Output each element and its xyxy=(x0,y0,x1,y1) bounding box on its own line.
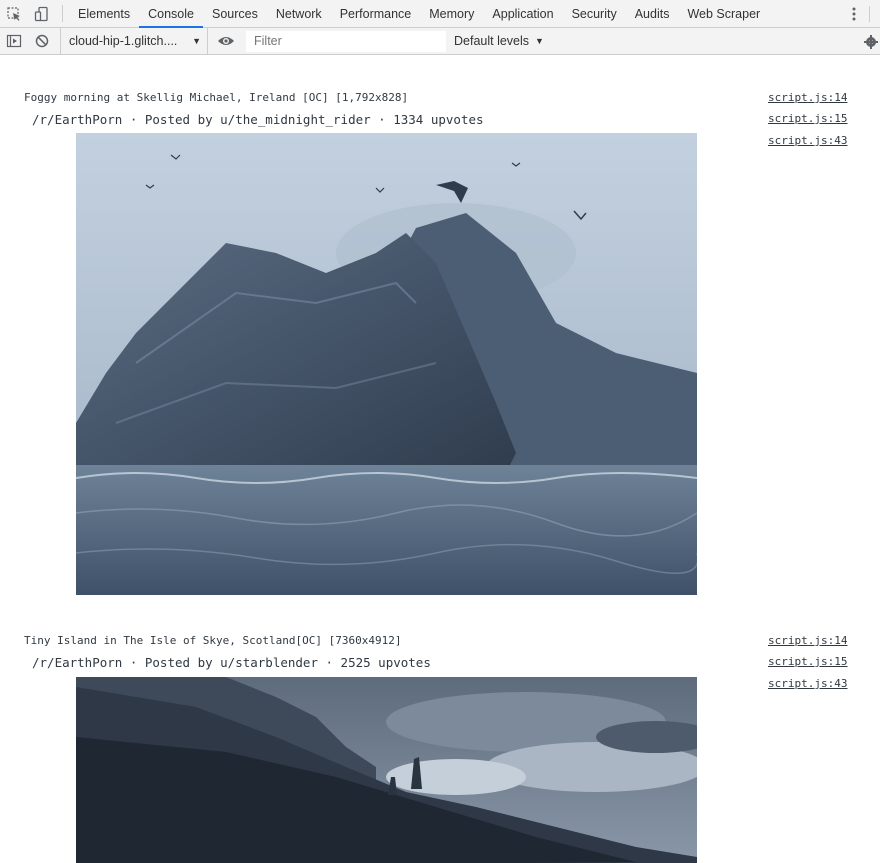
tab-network[interactable]: Network xyxy=(267,0,331,27)
source-link[interactable]: script.js:43 xyxy=(768,677,847,690)
tab-web-scraper[interactable]: Web Scraper xyxy=(678,0,769,27)
post-title: Foggy morning at Skellig Michael, Irelan… xyxy=(24,91,409,104)
tab-sources[interactable]: Sources xyxy=(203,0,267,27)
console-toolbar: cloud-hip-1.glitch.... ▼ Default levels … xyxy=(0,27,880,55)
log-levels-dropdown[interactable]: Default levels ▼ xyxy=(454,34,544,48)
source-link[interactable]: script.js:15 xyxy=(768,655,847,668)
post-meta: /r/EarthPorn · Posted by u/starblender ·… xyxy=(32,655,431,670)
console-output: Foggy morning at Skellig Michael, Irelan… xyxy=(0,56,880,863)
live-expression-eye-icon[interactable] xyxy=(212,28,240,55)
tab-performance[interactable]: Performance xyxy=(331,0,421,27)
tab-console[interactable]: Console xyxy=(139,0,203,28)
tab-elements[interactable]: Elements xyxy=(69,0,139,27)
show-sidebar-icon[interactable] xyxy=(0,28,28,55)
source-link[interactable]: script.js:14 xyxy=(768,91,847,104)
tab-security[interactable]: Security xyxy=(563,0,626,27)
chevron-down-icon: ▼ xyxy=(192,36,201,46)
post-image xyxy=(76,677,697,863)
more-options-icon[interactable] xyxy=(852,0,856,28)
inspect-element-icon[interactable] xyxy=(0,0,28,27)
tab-application[interactable]: Application xyxy=(483,0,562,27)
divider xyxy=(62,5,63,22)
context-selector[interactable]: cloud-hip-1.glitch.... ▼ xyxy=(60,27,208,55)
console-settings-gear-icon[interactable] xyxy=(864,28,880,55)
divider xyxy=(869,6,870,22)
chevron-down-icon: ▼ xyxy=(535,36,544,46)
source-link[interactable]: script.js:43 xyxy=(768,134,847,147)
panel-tabs: Elements Console Sources Network Perform… xyxy=(69,0,769,28)
device-toolbar-icon[interactable] xyxy=(28,0,56,27)
clear-console-icon[interactable] xyxy=(28,28,56,55)
source-link[interactable]: script.js:14 xyxy=(768,634,847,647)
devtools-tab-bar: Elements Console Sources Network Perform… xyxy=(0,0,880,28)
log-levels-label: Default levels xyxy=(454,34,530,48)
filter-input[interactable] xyxy=(246,30,446,52)
source-link[interactable]: script.js:15 xyxy=(768,112,847,125)
tab-audits[interactable]: Audits xyxy=(626,0,679,27)
tab-memory[interactable]: Memory xyxy=(420,0,483,27)
post-image xyxy=(76,133,697,595)
post-title: Tiny Island in The Isle of Skye, Scotlan… xyxy=(24,634,402,647)
context-label: cloud-hip-1.glitch.... xyxy=(69,34,178,48)
post-meta: /r/EarthPorn · Posted by u/the_midnight_… xyxy=(32,112,484,127)
